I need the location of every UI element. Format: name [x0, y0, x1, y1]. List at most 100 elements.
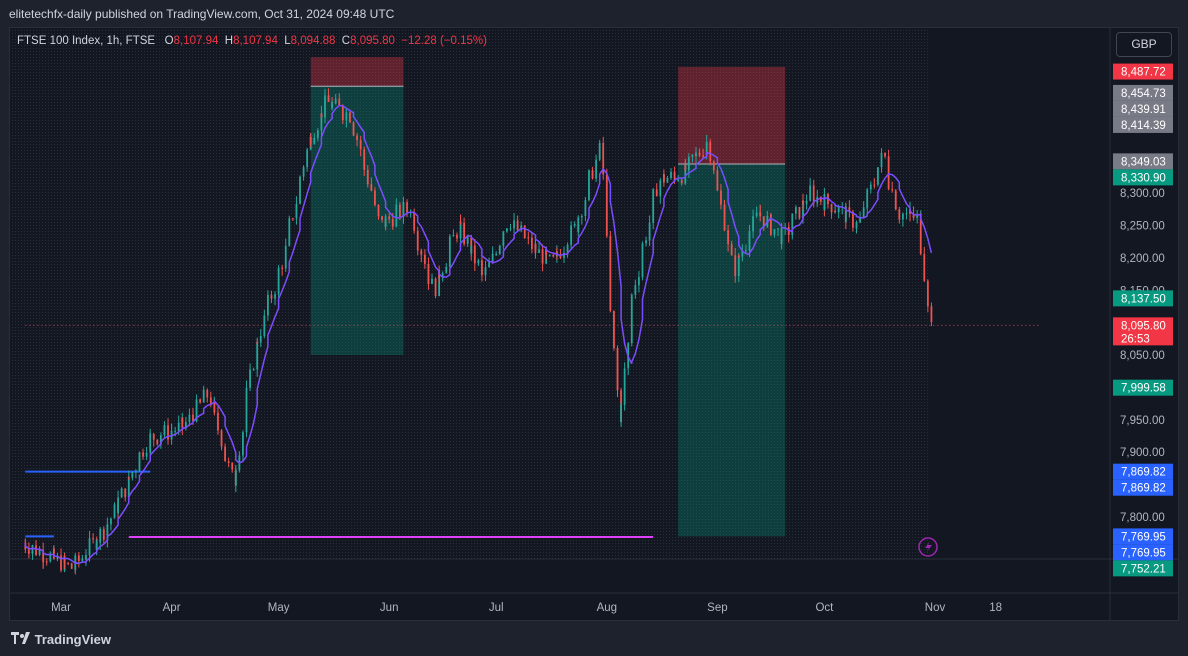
candle-body	[466, 237, 469, 244]
candle-body	[267, 295, 269, 311]
candle-body	[127, 477, 130, 498]
candle-body	[866, 189, 869, 208]
candle-body	[648, 222, 651, 241]
open-key: O	[164, 35, 174, 47]
candle-body	[291, 218, 294, 220]
close-value: 8,095.80	[350, 35, 395, 47]
price-label: 8,414.39	[1113, 116, 1173, 133]
candle-body	[716, 176, 719, 191]
price-label-text: 7,752.21	[1121, 563, 1166, 575]
candle-body	[88, 538, 91, 556]
candle-body	[52, 548, 55, 559]
low-value: 8,094.88	[290, 35, 336, 47]
candle-body	[377, 204, 380, 217]
candle-body	[887, 175, 890, 190]
candle-body	[484, 267, 487, 276]
x-tick-label: Jun	[380, 602, 399, 614]
candle-body	[720, 190, 722, 205]
candle-body	[884, 152, 886, 157]
candle-body	[356, 135, 358, 140]
candle-body	[252, 369, 255, 371]
candle-body	[605, 174, 608, 236]
candle-body	[901, 213, 904, 220]
symbol-label[interactable]: FTSE 100 Index, 1h, FTSE	[17, 35, 155, 47]
candle-body	[923, 253, 926, 281]
price-label: 8,487.72	[1113, 63, 1173, 80]
candle-body	[534, 243, 537, 253]
candle-body	[245, 412, 248, 433]
candle-body	[127, 477, 130, 479]
candle-body	[552, 254, 555, 257]
x-tick-label: Mar	[51, 602, 71, 614]
price-label: 8,137.50	[1113, 290, 1173, 307]
candle-body	[570, 225, 573, 245]
candle-body	[616, 348, 619, 391]
candle-body	[613, 310, 615, 349]
candle-body	[206, 389, 209, 398]
candle-body	[42, 561, 45, 563]
may-short-stop-zone	[310, 57, 404, 87]
candle-body	[473, 245, 476, 264]
candle-body	[456, 234, 458, 239]
candle-body	[655, 189, 658, 197]
candle-body	[509, 228, 512, 230]
price-chart[interactable]: 8,300.008,250.008,200.008,150.008,050.00…	[0, 0, 1188, 656]
candle-body	[638, 277, 640, 286]
candle-body	[809, 185, 812, 201]
candle-body	[498, 245, 501, 255]
candle-body	[641, 243, 644, 260]
ohlc-legend: FTSE 100 Index, 1h, FTSE O8,107.94 H8,10…	[17, 35, 487, 47]
candle-body	[117, 497, 119, 514]
candle-body	[70, 563, 73, 569]
candle-body	[149, 434, 152, 453]
brand-label: TradingView	[34, 632, 111, 648]
candle-body	[431, 278, 433, 285]
candle-body	[274, 294, 276, 299]
price-label-text: 8,137.50	[1121, 293, 1166, 305]
candle-body	[113, 504, 116, 519]
currency-button[interactable]: GBP	[1116, 32, 1172, 57]
candle-body	[398, 204, 401, 218]
price-label-text: 8,330.90	[1121, 172, 1166, 184]
candle-body	[709, 141, 712, 162]
candle-body	[491, 254, 494, 256]
candle-body	[748, 231, 751, 247]
candle-body	[837, 206, 840, 213]
y-tick-label: 7,950.00	[1120, 415, 1165, 427]
candle-body	[659, 180, 662, 197]
price-label: 7,769.95	[1113, 544, 1173, 561]
candle-body	[224, 446, 226, 454]
candle-body	[702, 155, 705, 157]
candle-body	[45, 561, 48, 563]
candle-body	[77, 555, 80, 561]
candle-body	[755, 212, 758, 217]
candle-body	[302, 167, 305, 177]
candle-body	[110, 518, 112, 525]
y-tick-label: 8,300.00	[1120, 188, 1165, 200]
candle-body	[855, 222, 858, 228]
candle-body	[331, 103, 334, 109]
x-tick-label: Aug	[597, 602, 617, 614]
candle-body	[338, 98, 341, 106]
candle-body	[905, 213, 908, 215]
candle-body	[249, 369, 251, 388]
candle-body	[470, 245, 473, 254]
candle-body	[85, 555, 87, 560]
x-tick-label: Jul	[489, 602, 504, 614]
x-tick-label: Nov	[925, 602, 946, 614]
candle-body	[609, 267, 612, 311]
y-tick-label: 8,050.00	[1120, 350, 1165, 362]
tradingview-brand[interactable]: TradingView	[11, 631, 111, 647]
candle-body	[277, 273, 280, 295]
candle-body	[391, 219, 394, 227]
candle-body	[495, 254, 498, 256]
price-label: 8,439.91	[1113, 100, 1173, 117]
candle-body	[805, 200, 808, 204]
candle-body	[620, 404, 622, 422]
price-label: 8,095.8026:53	[1113, 317, 1173, 346]
y-tick-label: 8,200.00	[1120, 253, 1165, 265]
candle-body	[352, 124, 355, 136]
candle-body	[780, 228, 783, 244]
price-label: 7,869.82	[1113, 463, 1173, 480]
candle-body	[234, 470, 237, 486]
